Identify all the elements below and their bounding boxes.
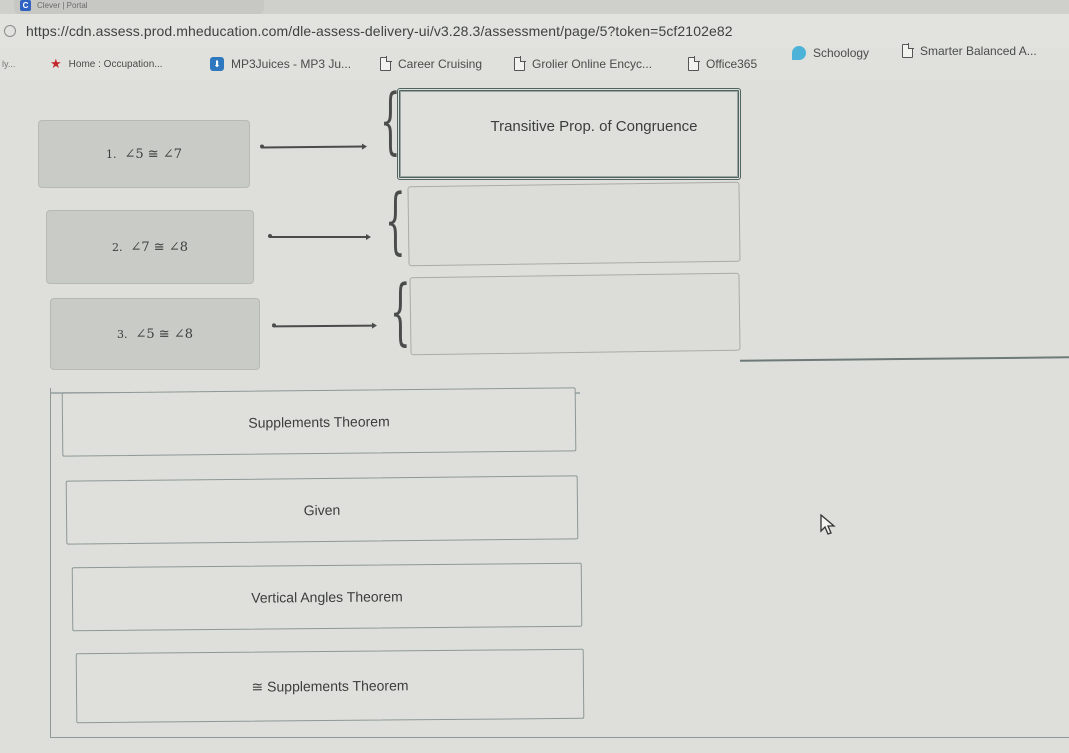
tab-title: Clever | Portal: [37, 0, 88, 10]
statement-text: ∠5 ≅ ∠7: [124, 146, 182, 162]
bookmark-mp3juices[interactable]: ⬇ MP3Juices - MP3 Ju...: [210, 57, 351, 71]
option-label: Vertical Angles Theorem: [251, 588, 403, 606]
bookmark-label: MP3Juices - MP3 Ju...: [231, 57, 352, 71]
answer-option[interactable]: Supplements Theorem: [61, 387, 577, 457]
option-label: Given: [303, 501, 341, 519]
brace-icon: {: [385, 178, 406, 262]
option-label: ≅ Supplements Theorem: [251, 676, 409, 695]
bookmark-label: Schoology: [813, 46, 870, 60]
bookmark-label: Office365: [706, 57, 758, 71]
tab-strip: C Clever | Portal: [0, 0, 1069, 14]
bookmark-label: Smarter Balanced A...: [920, 44, 1037, 58]
bookmark-label: Grolier Online Encyc...: [532, 57, 653, 71]
bookmark-home-occupation[interactable]: ★ Home : Occupation...: [50, 56, 163, 72]
brace-icon: {: [390, 269, 411, 353]
answer-option[interactable]: Given: [65, 475, 579, 545]
arrow-connector: [273, 324, 375, 327]
arrow-connector: [261, 145, 365, 148]
bookmark-ly[interactable]: ly...: [2, 59, 15, 69]
schoology-icon: [792, 46, 806, 60]
statement-2: 2. ∠7 ≅ ∠8: [46, 210, 254, 284]
statement-number: 3.: [117, 327, 128, 341]
page-icon: [380, 56, 392, 71]
reason-dropzone-3[interactable]: [409, 272, 741, 356]
arrow-connector: [268, 234, 371, 239]
statement-number: 2.: [112, 240, 123, 254]
section-divider: [740, 356, 1069, 362]
reason-value[interactable]: Transitive Prop. of Congruence: [490, 118, 697, 135]
star-icon: ★: [50, 56, 62, 71]
browser-tab[interactable]: C Clever | Portal: [14, 0, 264, 14]
bookmark-smarter-balanced[interactable]: Smarter Balanced A...: [902, 43, 1037, 58]
clever-favicon-icon: C: [20, 0, 31, 11]
statement-1: 1. ∠5 ≅ ∠7: [38, 120, 250, 188]
mouse-cursor-icon: [820, 514, 836, 535]
site-info-icon[interactable]: [4, 25, 16, 37]
page-icon: [688, 56, 700, 71]
reason-dropzone-1[interactable]: Transitive Prop. of Congruence: [397, 88, 741, 180]
statement-3: 3. ∠5 ≅ ∠8: [50, 298, 260, 370]
bookmark-grolier[interactable]: Grolier Online Encyc...: [514, 56, 653, 71]
page-icon: [514, 56, 526, 71]
download-icon: ⬇: [210, 57, 224, 71]
statement-text: ∠7 ≅ ∠8: [130, 239, 188, 255]
bookmark-schoology[interactable]: Schoology: [792, 46, 869, 60]
bookmark-career-cruising[interactable]: Career Cruising: [380, 56, 483, 71]
answer-option[interactable]: ≅ Supplements Theorem: [75, 648, 585, 724]
answer-option[interactable]: Vertical Angles Theorem: [71, 562, 583, 632]
bookmark-office365[interactable]: Office365: [688, 56, 758, 71]
bookmarks-bar: ly... ★ Home : Occupation... ⬇ MP3Juices…: [0, 43, 1069, 80]
option-label: Supplements Theorem: [248, 413, 390, 431]
bookmark-label: Home : Occupation...: [68, 58, 163, 70]
bookmark-label: Career Cruising: [398, 57, 483, 71]
page-icon: [902, 43, 914, 58]
reason-dropzone-2[interactable]: [407, 181, 741, 267]
url-text[interactable]: https://cdn.assess.prod.mheducation.com/…: [26, 23, 733, 39]
statement-text: ∠5 ≅ ∠8: [135, 326, 193, 342]
statement-number: 1.: [106, 147, 117, 161]
bookmark-label: ly...: [2, 59, 16, 69]
